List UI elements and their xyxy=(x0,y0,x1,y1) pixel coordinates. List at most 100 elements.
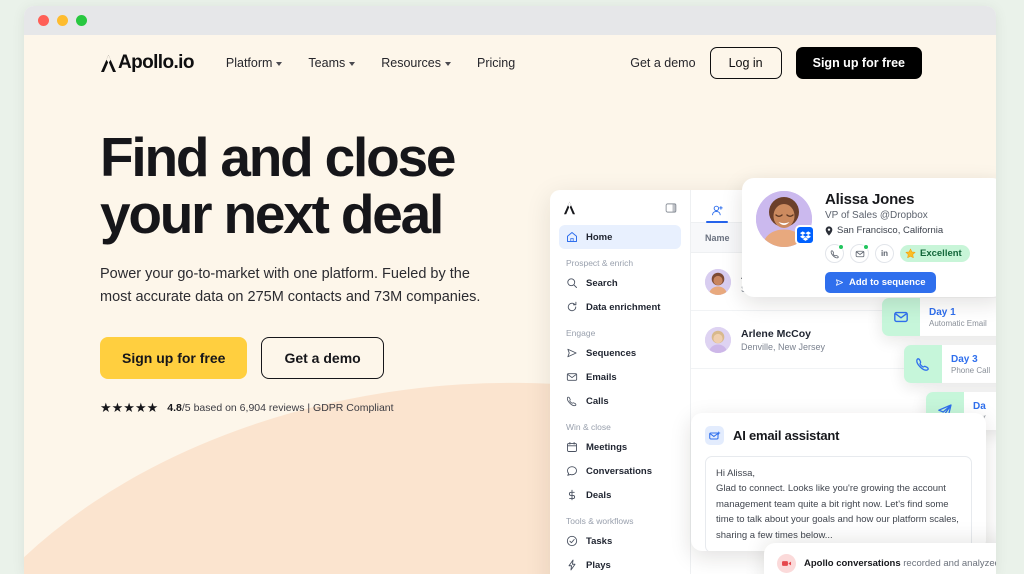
phone-icon xyxy=(566,395,578,407)
nav-item-teams-label: Teams xyxy=(308,56,345,70)
profile-role: VP of Sales @Dropbox xyxy=(825,210,990,221)
chevron-down-icon xyxy=(445,62,451,66)
nav-item-teams[interactable]: Teams xyxy=(308,56,355,70)
ai-email-draft[interactable]: Hi Alissa, Glad to connect. Looks like y… xyxy=(705,456,972,551)
apollo-logo[interactable]: Apollo.io xyxy=(100,52,194,74)
status-dot xyxy=(838,244,844,250)
star-rating-icon: ★★★★★ xyxy=(100,401,158,414)
app-sidebar: Home Prospect & enrich Search Data enric… xyxy=(550,190,691,574)
sidebar-item-data-enrichment[interactable]: Data enrichment xyxy=(559,295,681,319)
window-close-button[interactable] xyxy=(38,15,49,26)
chevron-down-icon xyxy=(349,62,355,66)
hero-heading-line2: your next deal xyxy=(100,183,442,245)
nav-item-resources[interactable]: Resources xyxy=(381,56,451,70)
status-badge: Excellent xyxy=(900,245,970,262)
hero-get-demo-button[interactable]: Get a demo xyxy=(261,337,383,379)
ai-email-body: Glad to connect. Looks like you're growi… xyxy=(716,481,961,543)
sequence-step-day3[interactable]: Day 3 Phone Call xyxy=(904,345,996,383)
avatar xyxy=(705,269,731,295)
sequence-step-day: Day 3 xyxy=(951,354,990,365)
mail-icon xyxy=(882,298,920,336)
table-row-text: Arlene McCoy Denville, New Jersey xyxy=(741,328,825,352)
status-dot xyxy=(863,244,869,250)
rating-score: 4.8 xyxy=(167,402,182,414)
sequence-step-type: Automatic Email xyxy=(929,319,987,328)
rating-text: 4.8/5 based on 6,904 reviews | GDPR Comp… xyxy=(167,402,393,414)
home-icon xyxy=(566,231,578,243)
login-button[interactable]: Log in xyxy=(710,47,782,79)
sidebar-item-plays[interactable]: Plays xyxy=(559,553,681,574)
sidebar-item-conversations[interactable]: Conversations xyxy=(559,459,681,483)
header-get-demo-link[interactable]: Get a demo xyxy=(630,56,695,70)
app-sidebar-top xyxy=(559,201,681,225)
conversations-headline: Apollo conversations recorded and analyz… xyxy=(804,558,996,569)
browser-window: Apollo.io Platform Teams Resources Prici… xyxy=(24,6,996,574)
sidebar-item-sequences-label: Sequences xyxy=(586,348,636,359)
ai-mail-icon xyxy=(705,426,724,445)
mail-icon[interactable] xyxy=(850,244,869,263)
nav-item-platform[interactable]: Platform xyxy=(226,56,283,70)
window-minimize-button[interactable] xyxy=(57,15,68,26)
sidebar-item-calls[interactable]: Calls xyxy=(559,389,681,413)
sidebar-item-data-enrichment-label: Data enrichment xyxy=(586,302,660,313)
linkedin-icon[interactable]: in xyxy=(875,244,894,263)
nav-item-platform-label: Platform xyxy=(226,56,273,70)
status-badge-label: Excellent xyxy=(920,248,962,259)
send-icon xyxy=(566,347,578,359)
sidebar-item-sequences[interactable]: Sequences xyxy=(559,341,681,365)
sequence-step-type: Phone Call xyxy=(951,366,990,375)
contact-location: Denville, New Jersey xyxy=(741,342,825,352)
apollo-mark-icon xyxy=(100,54,117,73)
phone-icon xyxy=(904,345,942,383)
panel-collapse-icon[interactable] xyxy=(665,202,677,214)
apollo-logo-text: Apollo.io xyxy=(118,52,194,74)
hero-cta-row: Sign up for free Get a demo xyxy=(100,337,544,379)
conversations-headline-rest: recorded and analyzed a me xyxy=(901,558,996,569)
hero-signup-button[interactable]: Sign up for free xyxy=(100,337,247,379)
sequence-step-day1[interactable]: Day 1 Automatic Email xyxy=(882,298,996,336)
check-circle-icon xyxy=(566,535,578,547)
profile-location: San Francisco, California xyxy=(825,225,990,236)
mail-icon xyxy=(566,371,578,383)
site-header: Apollo.io Platform Teams Resources Prici… xyxy=(24,35,996,91)
sidebar-item-search[interactable]: Search xyxy=(559,271,681,295)
sidebar-item-meetings[interactable]: Meetings xyxy=(559,435,681,459)
apollo-conversations-card: Apollo conversations recorded and analyz… xyxy=(764,543,996,574)
sequence-step-day: Da xyxy=(973,401,986,412)
add-to-sequence-button[interactable]: Add to sequence xyxy=(825,272,936,293)
contacts-column-name: Name xyxy=(705,233,730,243)
send-icon xyxy=(835,278,844,287)
sequence-step-text: Day 1 Automatic Email xyxy=(920,307,987,328)
sidebar-item-tasks[interactable]: Tasks xyxy=(559,529,681,553)
header-signup-button[interactable]: Sign up for free xyxy=(796,47,922,79)
nav-item-resources-label: Resources xyxy=(381,56,441,70)
star-icon xyxy=(905,248,916,259)
add-to-sequence-label: Add to sequence xyxy=(849,277,926,288)
phone-icon[interactable] xyxy=(825,244,844,263)
chat-icon xyxy=(566,465,578,477)
refresh-icon xyxy=(566,301,578,313)
dropbox-icon xyxy=(795,225,815,245)
sidebar-item-plays-label: Plays xyxy=(586,560,611,571)
bolt-icon xyxy=(566,559,578,571)
ai-card-header: AI email assistant xyxy=(705,426,972,445)
hero-section: Find and close your next deal Power your… xyxy=(24,91,544,414)
conversations-header: Apollo conversations recorded and analyz… xyxy=(777,554,996,573)
nav-item-pricing[interactable]: Pricing xyxy=(477,56,515,70)
rating-row: ★★★★★ 4.8/5 based on 6,904 reviews | GDP… xyxy=(100,401,544,414)
sidebar-item-home[interactable]: Home xyxy=(559,225,681,249)
sidebar-group-win-close: Win & close xyxy=(559,413,681,435)
ai-email-greeting: Hi Alissa, xyxy=(716,466,961,481)
sidebar-item-home-label: Home xyxy=(586,232,612,243)
window-maximize-button[interactable] xyxy=(76,15,87,26)
page-canvas: Apollo.io Platform Teams Resources Prici… xyxy=(24,35,996,574)
rating-detail: /5 based on 6,904 reviews | GDPR Complia… xyxy=(182,402,394,414)
sidebar-group-prospect: Prospect & enrich xyxy=(559,249,681,271)
profile-avatar-wrap xyxy=(756,191,812,247)
sidebar-item-deals[interactable]: Deals xyxy=(559,483,681,507)
sidebar-item-conversations-label: Conversations xyxy=(586,466,652,477)
sidebar-item-search-label: Search xyxy=(586,278,618,289)
sidebar-item-emails[interactable]: Emails xyxy=(559,365,681,389)
tab-contacts[interactable] xyxy=(705,190,729,222)
hero-subheading: Power your go-to-market with one platfor… xyxy=(100,263,500,308)
